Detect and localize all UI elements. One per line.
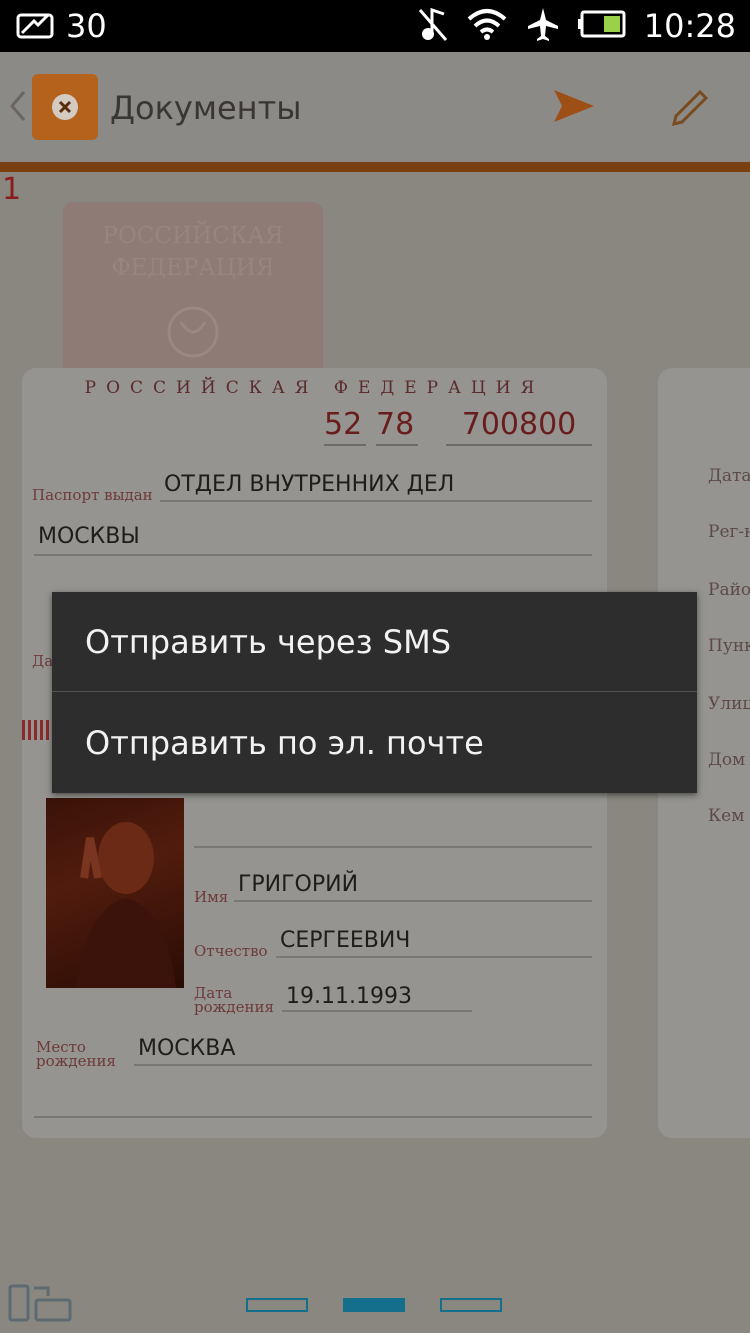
patronymic-label: Отчество: [194, 942, 268, 960]
send-via-sms-item[interactable]: Отправить через SMS: [52, 592, 697, 692]
birth-place-label-2: рождения: [36, 1052, 117, 1070]
notification-count: 30: [66, 7, 107, 45]
patronymic-line: [276, 956, 592, 958]
status-bar-left: 30: [16, 6, 107, 46]
surname-line: [194, 846, 592, 848]
passport-series-2: 78: [376, 406, 418, 446]
first-name-value: ГРИГОРИЙ: [238, 872, 359, 897]
mail-icon: [16, 9, 56, 43]
right-label-4: Пунк: [708, 636, 750, 656]
passport-series-1: 52: [324, 406, 366, 446]
birth-date-label-2: рождения: [194, 998, 275, 1016]
send-via-email-item[interactable]: Отправить по эл. почте: [52, 693, 697, 793]
right-label-5: Улиц: [708, 694, 750, 714]
cover-title: РОССИЙСКАЯ ФЕДЕРАЦИЯ: [102, 223, 284, 281]
clock: 10:28: [643, 7, 736, 45]
wifi-icon: [466, 7, 508, 45]
birth-place-value: МОСКВА: [138, 1036, 236, 1061]
send-icon[interactable]: [552, 86, 596, 130]
patronymic-value: СЕРГЕЕВИЧ: [280, 928, 411, 953]
back-chevron-icon[interactable]: [8, 86, 28, 130]
issued-by-line-2: [34, 554, 592, 556]
right-label-6: Дом: [708, 750, 746, 770]
issued-by-value: ОТДЕЛ ВНУТРЕННИХ ДЕЛ: [164, 472, 455, 497]
page-dot-1[interactable]: [246, 1298, 308, 1312]
no-music-icon: [418, 6, 448, 46]
rotate-orientation-icon[interactable]: [8, 1284, 72, 1328]
right-label-2: Рег-н: [708, 522, 750, 542]
right-label-3: Райо: [708, 580, 750, 600]
page-dot-3[interactable]: [440, 1298, 502, 1312]
status-bar-right: 10:28: [418, 6, 736, 46]
status-bar: 30 10:28: [0, 0, 750, 52]
page-dot-2-active[interactable]: [343, 1298, 405, 1312]
edit-icon[interactable]: [668, 86, 712, 134]
page-title: Документы: [110, 89, 302, 127]
issued-by-line: [160, 500, 592, 502]
app-bar-divider: [0, 162, 750, 172]
issued-by-value-2: МОСКВЫ: [38, 524, 140, 549]
right-label-1: Дата: [708, 466, 750, 486]
birth-place-line-2: [34, 1116, 592, 1118]
security-strip: [22, 720, 52, 740]
passport-header: РОССИЙСКАЯ ФЕДЕРАЦИЯ: [84, 378, 545, 398]
issued-by-label: Паспорт выдан: [32, 486, 153, 504]
app-logo-icon[interactable]: [32, 74, 98, 140]
battery-icon: [577, 10, 626, 42]
passport-number: 700800: [446, 406, 592, 446]
birth-place-line: [134, 1064, 592, 1066]
right-label-7: Кем: [708, 806, 745, 826]
first-name-label: Имя: [194, 888, 229, 906]
emblem-icon: [163, 302, 223, 366]
passport-photo[interactable]: [46, 798, 184, 988]
birth-date-line: [282, 1010, 472, 1012]
airplane-icon: [526, 6, 560, 46]
first-name-line: [234, 900, 592, 902]
page-number: 1: [2, 172, 22, 207]
birth-date-value: 19.11.1993: [286, 984, 412, 1009]
share-popup-menu: Отправить через SMS Отправить по эл. поч…: [52, 592, 697, 793]
issue-date-label: Да: [32, 652, 54, 670]
app-bar: Документы: [0, 52, 750, 162]
